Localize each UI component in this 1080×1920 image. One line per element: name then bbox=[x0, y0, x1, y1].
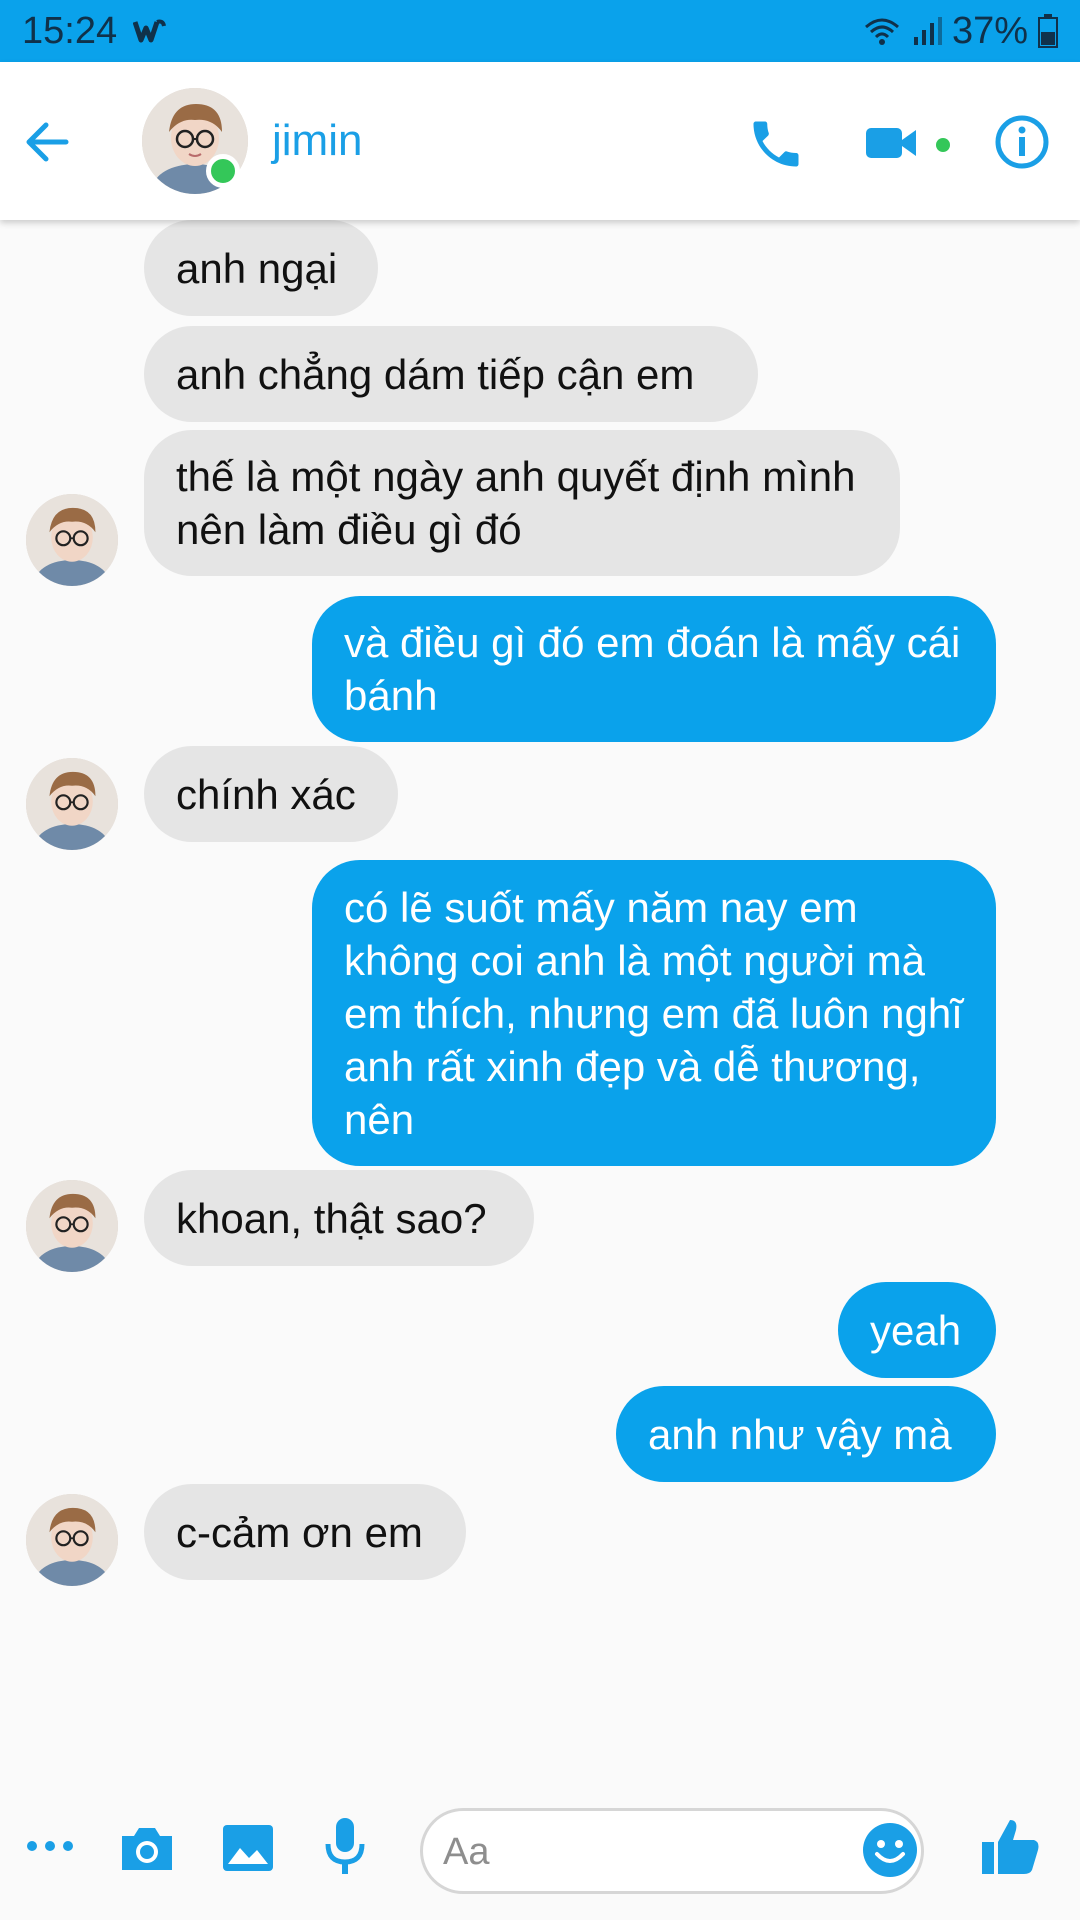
message-input[interactable]: Aa bbox=[420, 1808, 924, 1894]
online-status-dot bbox=[206, 154, 240, 188]
contact-name[interactable]: jimin bbox=[272, 116, 362, 166]
message-bubble-outgoing[interactable]: yeah bbox=[838, 1282, 996, 1378]
emoji-icon[interactable] bbox=[861, 1821, 919, 1879]
message-bubble-incoming[interactable]: anh chẳng dám tiếp cận em bbox=[144, 326, 758, 422]
message-bubble-outgoing[interactable]: và điều gì đó em đoán là mấy cái bánh bbox=[312, 596, 996, 742]
message-bubble-incoming[interactable]: anh ngại bbox=[144, 220, 378, 316]
contact-avatar[interactable] bbox=[26, 494, 118, 586]
contact-avatar[interactable] bbox=[26, 1494, 118, 1586]
more-icon[interactable] bbox=[24, 1826, 76, 1866]
phone-icon[interactable] bbox=[746, 114, 806, 174]
wattpad-icon bbox=[133, 18, 167, 44]
message-input-placeholder: Aa bbox=[443, 1831, 490, 1873]
message-bubble-incoming[interactable]: c-cảm ơn em bbox=[144, 1484, 466, 1580]
thumbs-up-icon[interactable] bbox=[978, 1814, 1042, 1878]
status-time: 15:24 bbox=[22, 9, 118, 52]
message-bubble-incoming[interactable]: khoan, thật sao? bbox=[144, 1170, 534, 1266]
conversation-header: jimin bbox=[0, 62, 1080, 220]
message-bubble-incoming[interactable]: chính xác bbox=[144, 746, 398, 842]
video-active-dot bbox=[936, 138, 950, 152]
contact-avatar[interactable] bbox=[26, 1180, 118, 1272]
message-composer: Aa bbox=[0, 1790, 1080, 1910]
message-bubble-incoming[interactable]: thế là một ngày anh quyết định mình nên … bbox=[144, 430, 900, 576]
info-icon[interactable] bbox=[992, 112, 1052, 172]
message-bubble-outgoing[interactable]: có lẽ suốt mấy năm nay em không coi anh … bbox=[312, 860, 996, 1166]
wifi-icon bbox=[862, 15, 902, 47]
battery-icon bbox=[1038, 14, 1058, 48]
video-camera-icon[interactable] bbox=[862, 118, 922, 168]
image-icon[interactable] bbox=[220, 1822, 276, 1874]
microphone-icon[interactable] bbox=[322, 1816, 368, 1878]
status-bar: 15:24 37% bbox=[0, 0, 1080, 62]
battery-percent: 37% bbox=[951, 9, 1028, 52]
back-arrow-icon[interactable] bbox=[18, 112, 78, 172]
camera-icon[interactable] bbox=[118, 1822, 176, 1874]
signal-icon bbox=[912, 15, 942, 47]
message-bubble-outgoing[interactable]: anh như vậy mà bbox=[616, 1386, 996, 1482]
contact-avatar[interactable] bbox=[26, 758, 118, 850]
